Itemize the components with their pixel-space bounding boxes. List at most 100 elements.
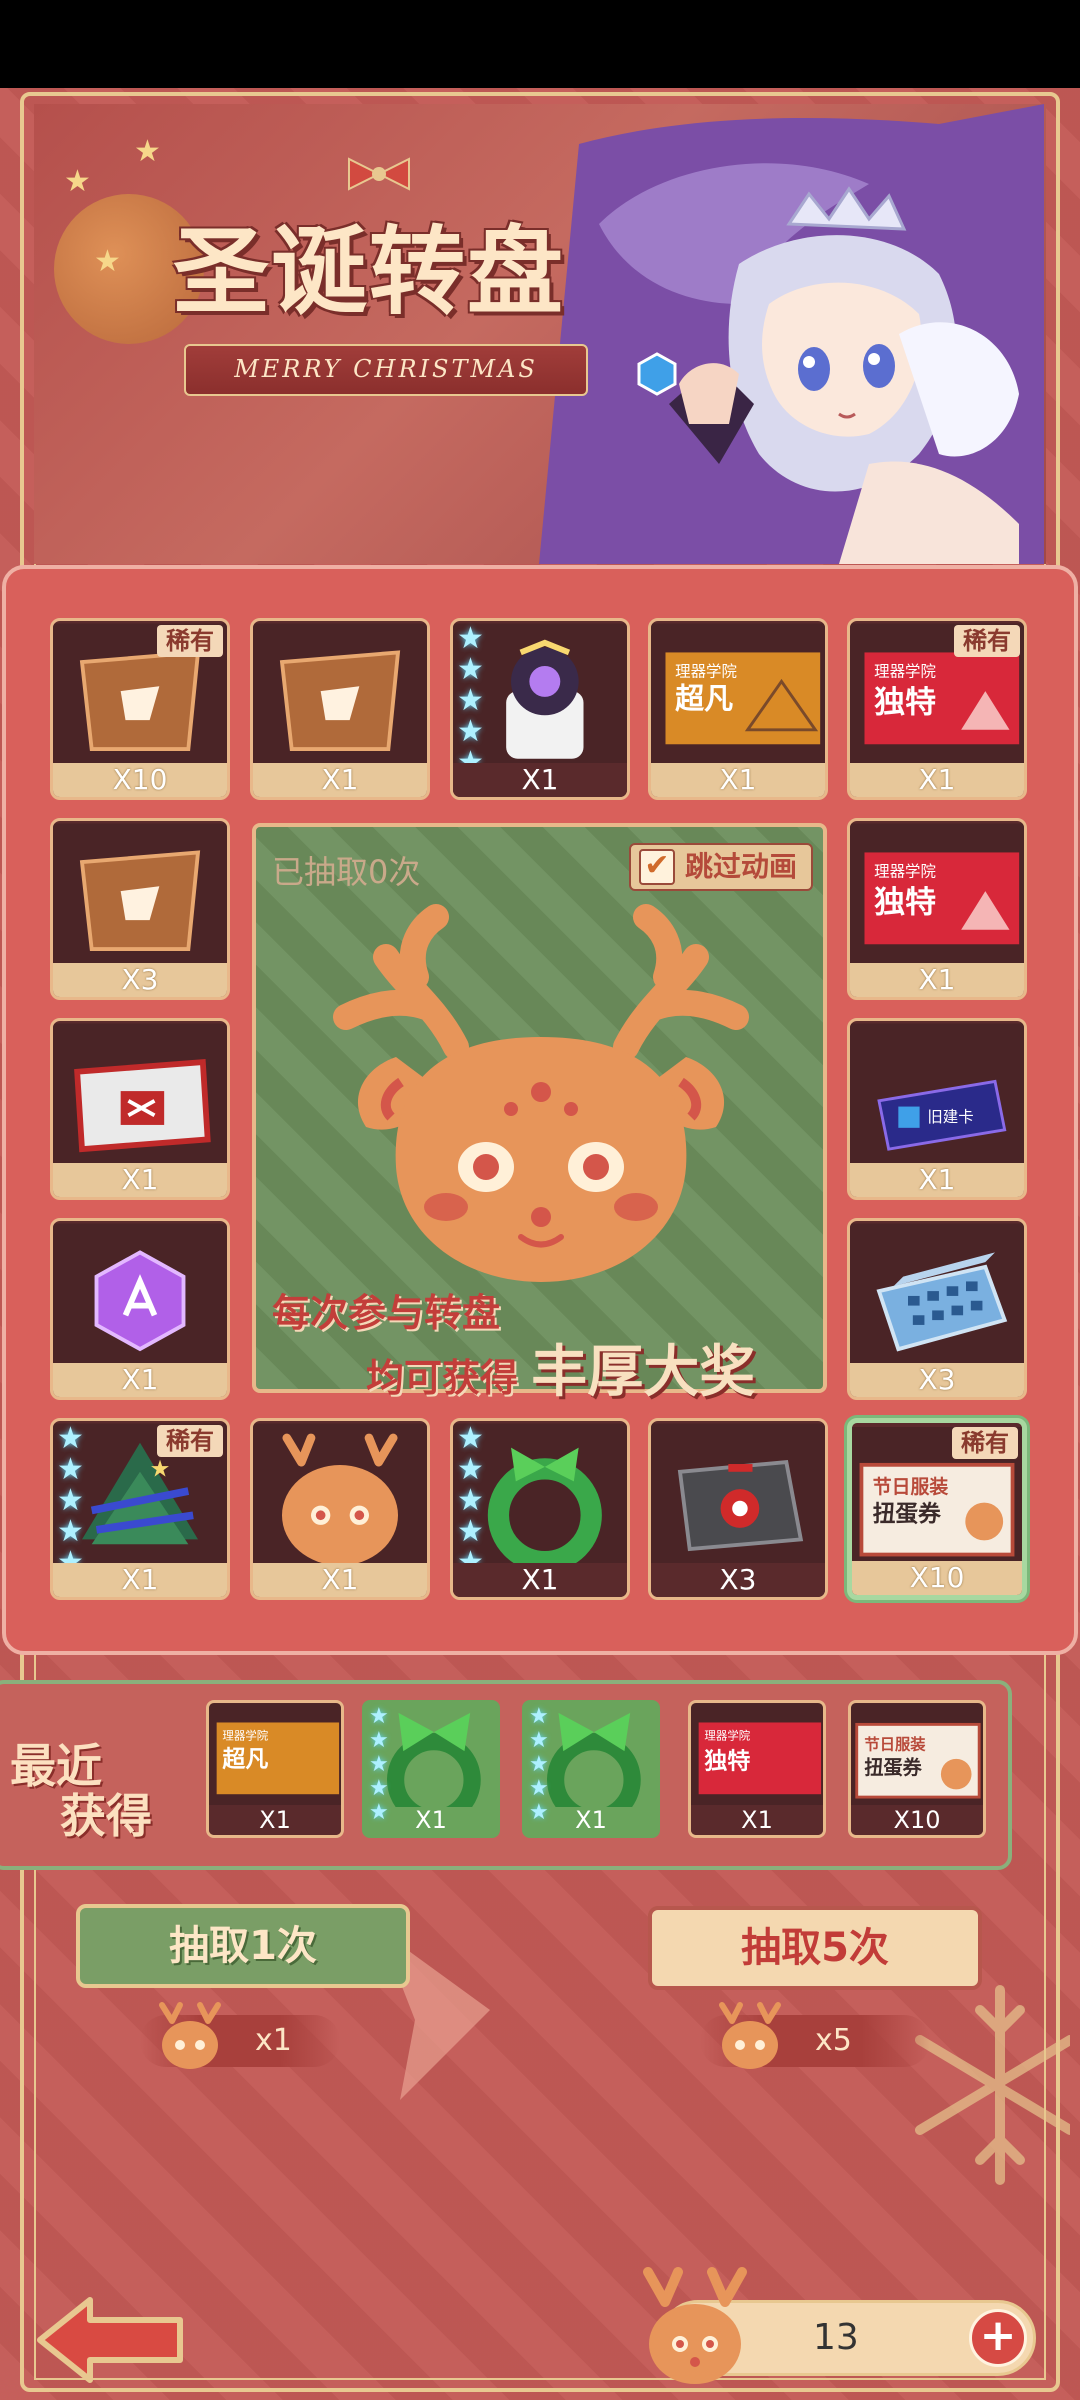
draw-count-text: 已抽取0次 <box>272 853 421 891</box>
panel-promo-line2: 均可获得 丰厚大奖 <box>366 1327 755 1408</box>
prize-slot-board-fragment: X1 <box>250 618 430 800</box>
draw-five-button[interactable]: 抽取5次 <box>648 1906 982 1990</box>
ticket-label-text: 超凡 <box>222 1746 268 1772</box>
token-balance-amount: 13 <box>813 2317 859 2358</box>
prize-slot-chip-case: X3 <box>847 1218 1027 1400</box>
star-rating-icon: ★★★★★ <box>57 1421 84 1578</box>
prize-slot-christmas-tree: ★ ★★★★★ 稀有 X1 <box>50 1418 230 1600</box>
prize-slot-ticket-dute: 理器学院 独特 X1 <box>847 818 1027 1000</box>
reindeer-token-icon <box>719 2002 781 2069</box>
ticket-label-text: 独特 <box>704 1748 750 1774</box>
recent-item-costume-coupon: 节日服装 扭蛋券 X10 <box>848 1700 986 1838</box>
ticket-icon: 理器学院 独特 <box>691 1703 823 1807</box>
prize-count: X1 <box>53 1163 227 1197</box>
ticket-school-text: 理器学院 <box>222 1729 268 1743</box>
event-banner: ★ ★ ★ ★ ★ 圣诞转盘 <box>34 104 1046 564</box>
recent-item-count: X1 <box>575 1806 607 1834</box>
ticket-school-text: 理器学院 <box>675 662 737 681</box>
prize-count: X3 <box>53 963 227 997</box>
draw-once-cost-amount: x1 <box>255 2023 292 2058</box>
draw-five-cost: x5 <box>700 2002 930 2069</box>
rare-tag: 稀有 <box>954 625 1020 657</box>
event-title-plate: 圣诞转盘 MERRY CHRISTMAS <box>144 154 594 396</box>
metal-crate-icon <box>651 1423 825 1565</box>
draw-once-cost: x1 <box>140 2002 340 2069</box>
prize-slot-metal-crate: X3 <box>648 1418 828 1600</box>
prize-count: X10 <box>852 1561 1022 1595</box>
prize-slot-shuffle-box: X1 <box>50 1018 230 1200</box>
coupon-line1-text: 节日服装 <box>864 1735 926 1753</box>
panel-promo-highlight: 丰厚大奖 <box>531 1340 756 1405</box>
board-fragment-icon <box>53 823 227 965</box>
prize-count: X1 <box>651 763 825 797</box>
recent-item-count: X1 <box>209 1805 341 1835</box>
prize-count: X1 <box>253 1563 427 1597</box>
prize-slot-costume-coupon-selected: 节日服装 扭蛋券 稀有 X10 <box>847 1418 1027 1600</box>
ticket-school-text: 理器学院 <box>874 662 936 681</box>
board-fragment-icon <box>253 623 427 765</box>
status-bar <box>0 0 1080 88</box>
ticket-icon: 理器学院 超凡 <box>651 623 825 765</box>
costume-coupon-icon: 节日服装 扭蛋券 <box>851 1703 983 1807</box>
ticket-label-text: 超凡 <box>675 682 733 716</box>
prize-count: X1 <box>453 1563 627 1597</box>
rare-tag: 稀有 <box>952 1427 1018 1459</box>
recent-item-green-wreath: ★ ★ ★ ★ ★ X1 <box>362 1700 500 1838</box>
prize-count: X1 <box>850 763 1024 797</box>
recent-item-green-wreath: ★ ★ ★ ★ ★ X1 <box>522 1700 660 1838</box>
ticket-icon: 理器学院 超凡 <box>209 1703 341 1807</box>
star-rating-icon: ★★★★★ <box>457 621 484 778</box>
star-icon: ★ <box>94 244 121 279</box>
wheel-center-panel: 已抽取0次 ✔ 跳过动画 每次参与转盘 均可获得 丰厚大奖 <box>252 823 827 1405</box>
blue-card-icon: 旧建卡 <box>850 1023 1024 1165</box>
coupon-line2-text: 扭蛋券 <box>873 1501 941 1528</box>
christmas-wheel-screen: ★ ★ ★ ★ ★ 圣诞转盘 <box>0 0 1080 2400</box>
recent-item-count: X10 <box>851 1805 983 1835</box>
event-title: 圣诞转盘 <box>173 216 565 328</box>
card-label-text: 旧建卡 <box>927 1108 973 1126</box>
draw-once-button[interactable]: 抽取1次 <box>76 1904 410 1988</box>
ticket-school-text: 理器学院 <box>874 862 936 881</box>
star-rating-icon: ★★★★★ <box>457 1421 484 1578</box>
reindeer-token-icon <box>643 2267 747 2384</box>
prize-count: X1 <box>850 1163 1024 1197</box>
recent-rewards-label: 最近 获得 <box>10 1730 180 1843</box>
recent-item-count: X1 <box>415 1806 447 1834</box>
back-arrow-button[interactable] <box>30 2290 190 2390</box>
recent-item-count: X1 <box>691 1805 823 1835</box>
prize-count: X1 <box>453 763 627 797</box>
recent-label-line2: 获得 <box>60 1789 152 1843</box>
chip-case-icon <box>850 1223 1024 1365</box>
draw-five-cost-amount: x5 <box>815 2023 852 2058</box>
prize-slot-mecha-robot: ★★★★★ X1 <box>450 618 630 800</box>
coupon-line1-text: 节日服装 <box>873 1475 949 1498</box>
star-icon: ★ <box>64 164 91 199</box>
prize-slot-board-fragment: X3 <box>50 818 230 1000</box>
prize-slot-board-fragment: 稀有 X10 <box>50 618 230 800</box>
prize-count: X10 <box>53 763 227 797</box>
prize-slot-ticket-chaofan: 理器学院 超凡 X1 <box>648 618 828 800</box>
ticket-school-text: 理器学院 <box>704 1729 750 1743</box>
shuffle-box-icon <box>53 1023 227 1165</box>
coupon-line2-text: 扭蛋券 <box>864 1756 922 1779</box>
ticket-icon: 理器学院 独特 <box>850 823 1024 965</box>
prize-count: X1 <box>53 1563 227 1597</box>
add-token-button[interactable]: + <box>969 2309 1027 2367</box>
prize-slot-ticket-dute: 理器学院 独特 稀有 X1 <box>847 618 1027 800</box>
character-illustration <box>539 104 1044 564</box>
reindeer-mascot-icon <box>333 904 749 1282</box>
ticket-label-text: 独特 <box>874 884 936 920</box>
prize-slot-blue-card: 旧建卡 X1 <box>847 1018 1027 1200</box>
prize-count: X3 <box>850 1363 1024 1397</box>
bow-icon <box>348 157 410 191</box>
prize-slot-green-wreath: ★★★★★ X1 <box>450 1418 630 1600</box>
skip-animation-toggle[interactable]: ✔ 跳过动画 <box>628 843 813 891</box>
prize-count: X1 <box>53 1363 227 1397</box>
svg-text:★: ★ <box>150 1456 171 1483</box>
prize-count: X3 <box>651 1563 825 1597</box>
checkbox-checked-icon[interactable]: ✔ <box>638 849 675 885</box>
recent-item-ticket-dute: 理器学院 独特 X1 <box>688 1700 826 1838</box>
ticket-label-text: 独特 <box>874 684 936 720</box>
prize-count: X1 <box>253 763 427 797</box>
rare-tag: 稀有 <box>157 625 223 657</box>
